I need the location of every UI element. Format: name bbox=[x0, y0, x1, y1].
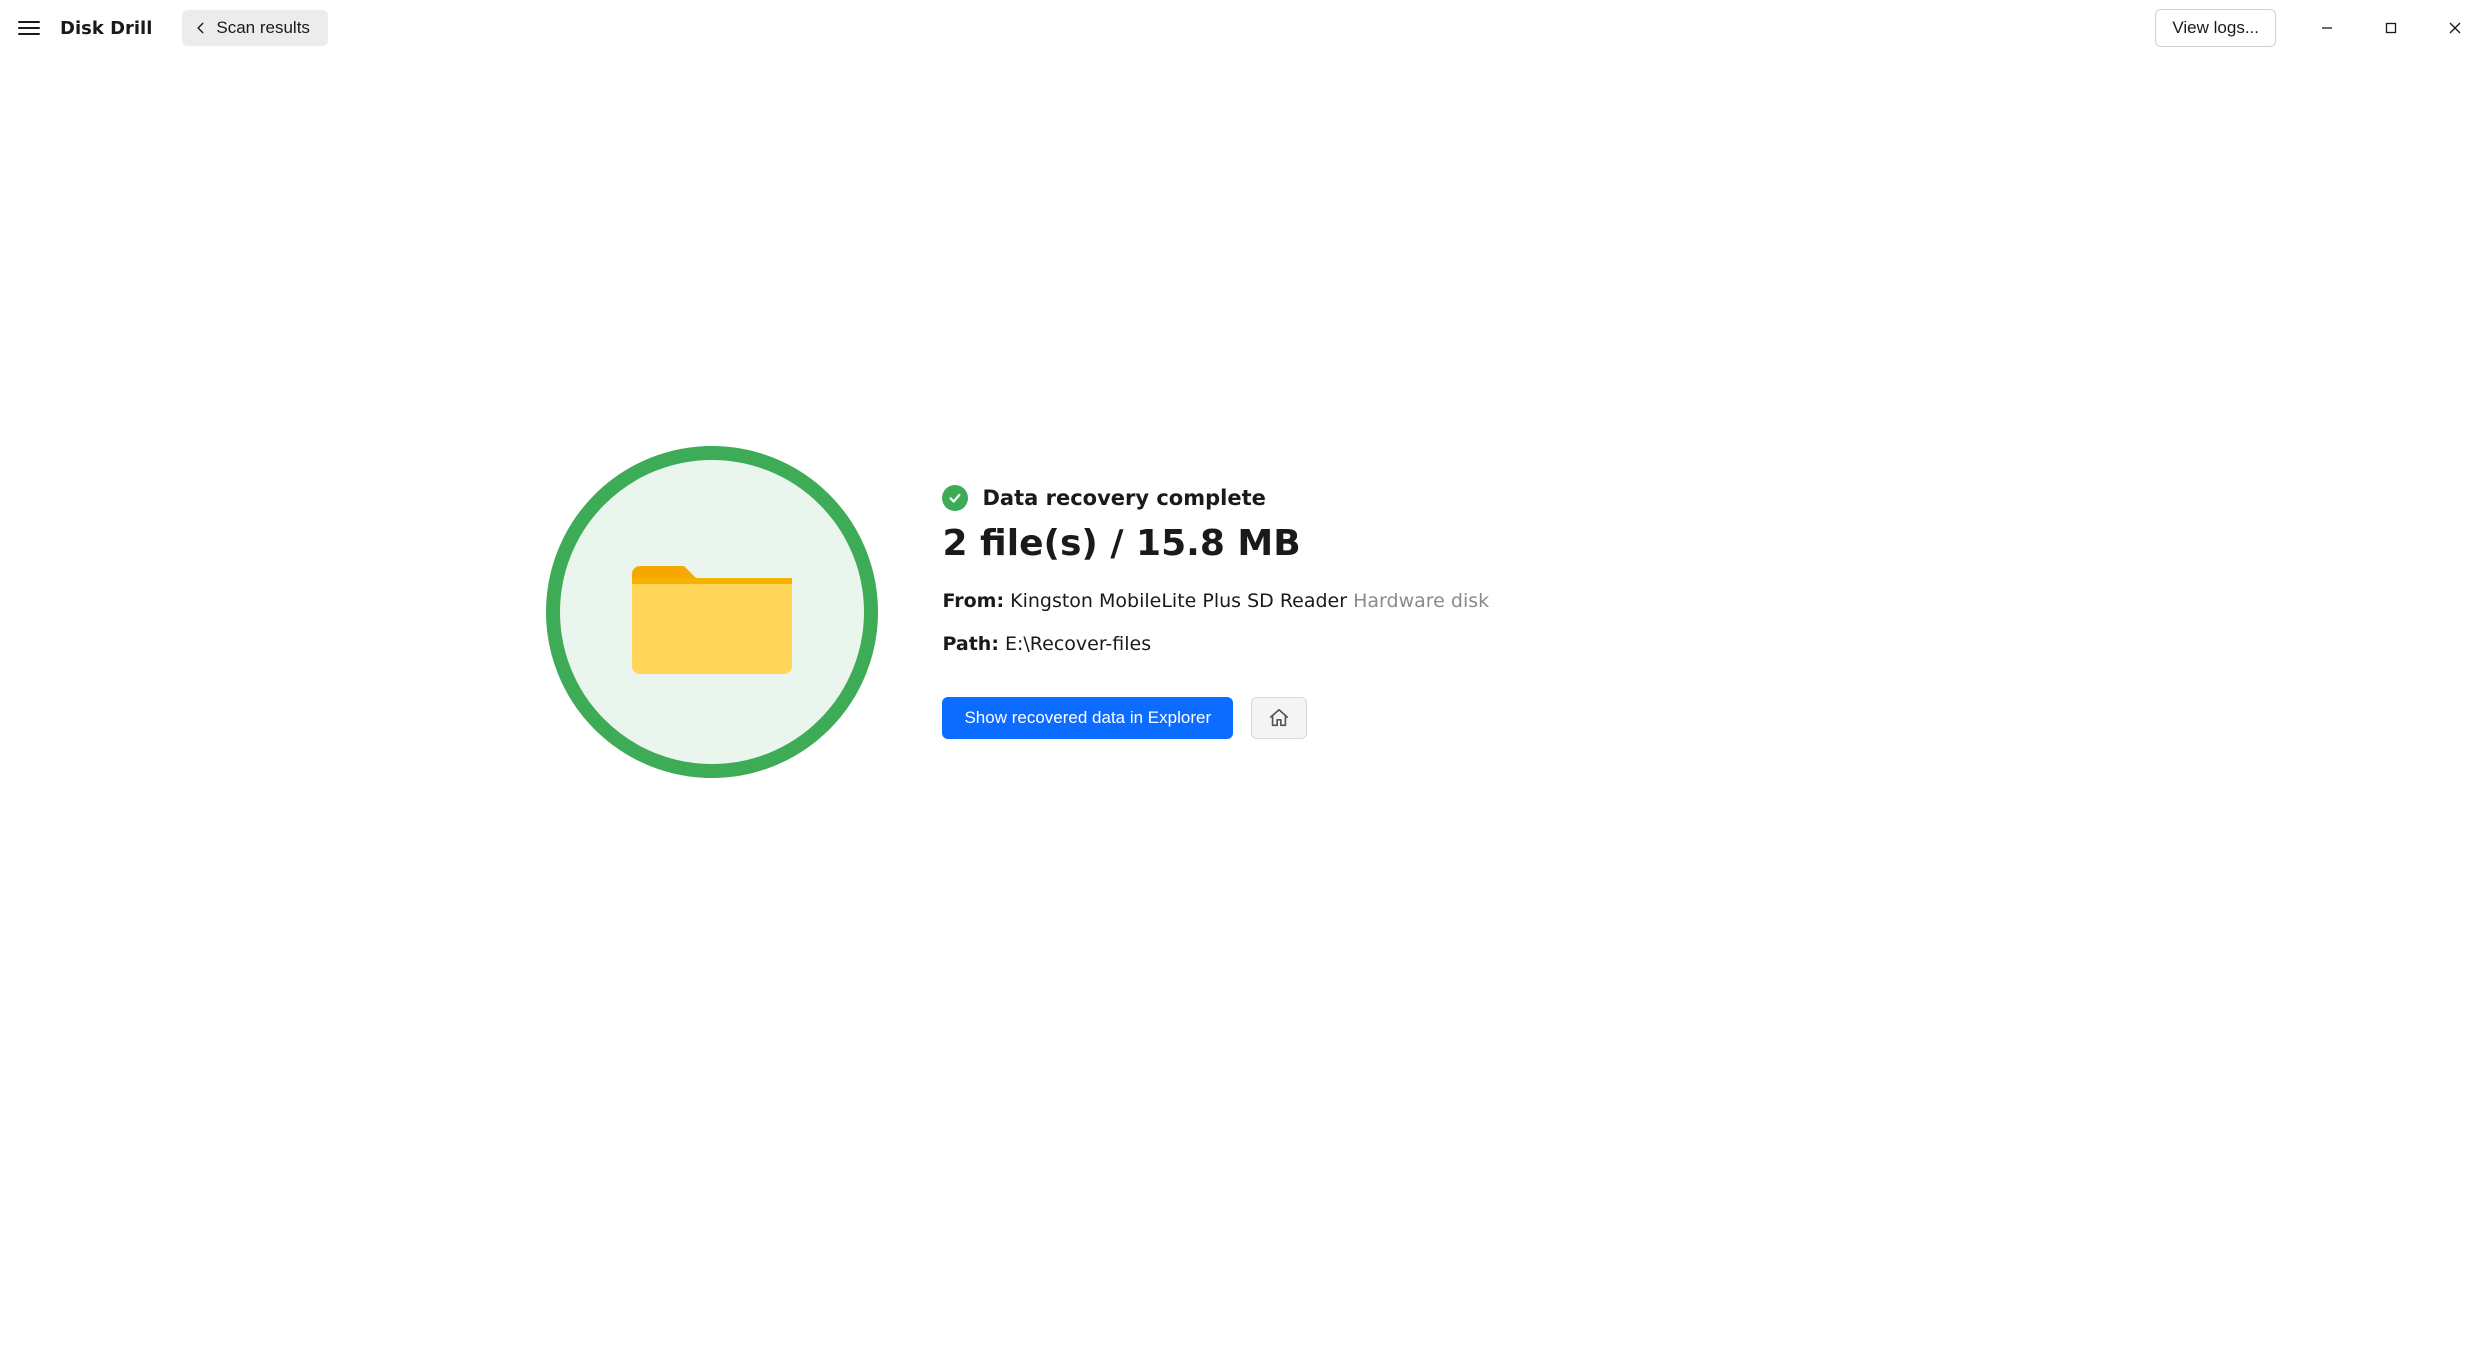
show-in-explorer-button[interactable]: Show recovered data in Explorer bbox=[942, 697, 1233, 739]
folder-icon bbox=[632, 548, 792, 676]
close-icon bbox=[2449, 22, 2461, 34]
recovery-path-line: Path: E:\Recover-files bbox=[942, 627, 1489, 661]
recovery-info: Data recovery complete 2 file(s) / 15.8 … bbox=[942, 485, 1489, 738]
recovery-complete-panel: Data recovery complete 2 file(s) / 15.8 … bbox=[0, 56, 2484, 1348]
recovery-summary: 2 file(s) / 15.8 MB bbox=[942, 523, 1489, 564]
window-close-button[interactable] bbox=[2432, 8, 2478, 48]
path-value: E:\Recover-files bbox=[1005, 633, 1151, 655]
maximize-icon bbox=[2385, 22, 2397, 34]
source-device-line: From: Kingston MobileLite Plus SD Reader… bbox=[942, 584, 1489, 618]
status-row: Data recovery complete bbox=[942, 485, 1489, 511]
home-icon bbox=[1268, 707, 1290, 729]
app-title: Disk Drill bbox=[60, 18, 152, 39]
from-key: From: bbox=[942, 590, 1004, 612]
menu-icon[interactable] bbox=[18, 16, 42, 40]
back-button[interactable]: Scan results bbox=[182, 10, 328, 46]
folder-success-badge bbox=[546, 446, 878, 778]
actions-row: Show recovered data in Explorer bbox=[942, 697, 1489, 739]
home-button[interactable] bbox=[1251, 697, 1307, 739]
chevron-left-icon bbox=[194, 21, 208, 35]
window-maximize-button[interactable] bbox=[2368, 8, 2414, 48]
checkmark-icon bbox=[942, 485, 968, 511]
from-kind: Hardware disk bbox=[1353, 590, 1489, 612]
status-label: Data recovery complete bbox=[982, 486, 1265, 510]
view-logs-button[interactable]: View logs... bbox=[2155, 9, 2276, 47]
from-device: Kingston MobileLite Plus SD Reader bbox=[1010, 590, 1347, 612]
path-key: Path: bbox=[942, 633, 998, 655]
window-minimize-button[interactable] bbox=[2304, 8, 2350, 48]
app-window: Disk Drill Scan results View logs... bbox=[0, 0, 2484, 1348]
minimize-icon bbox=[2321, 22, 2333, 34]
back-button-label: Scan results bbox=[216, 18, 310, 38]
title-bar: Disk Drill Scan results View logs... bbox=[0, 0, 2484, 56]
